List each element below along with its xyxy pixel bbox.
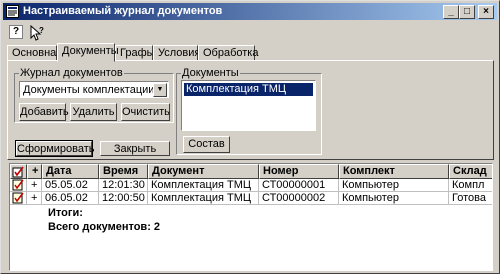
row-kit-cell: Компьютер bbox=[339, 192, 449, 205]
journal-group: Журнал документов Документы комплектации… bbox=[14, 67, 174, 123]
tab-columns[interactable]: Графы bbox=[115, 45, 155, 61]
journal-group-label: Журнал документов bbox=[19, 67, 124, 79]
column-header-document[interactable]: Документ bbox=[148, 164, 259, 179]
totals-label: Итоги: bbox=[48, 207, 83, 219]
documents-group-label: Документы bbox=[181, 67, 240, 79]
row-document-cell: Комплектация ТМЦ bbox=[148, 192, 259, 205]
close-icon[interactable]: × bbox=[478, 5, 494, 19]
close-button[interactable]: Закрыть bbox=[100, 141, 170, 156]
row-number-cell: СТ00000002 bbox=[259, 192, 339, 205]
journal-select-value: Документы комплектации bbox=[23, 84, 155, 96]
tab-conditions[interactable]: Условия bbox=[153, 45, 200, 61]
clear-button[interactable]: Очистить bbox=[121, 103, 170, 121]
title-bar[interactable]: Настраиваемый журнал документов _ □ × bbox=[3, 3, 497, 20]
column-header-mark[interactable] bbox=[10, 164, 27, 179]
help-icon[interactable]: ? bbox=[9, 25, 23, 39]
journal-select[interactable]: Документы комплектации ▼ bbox=[19, 81, 169, 98]
column-header-kit[interactable]: Комплект bbox=[339, 164, 449, 179]
row-date-cell: 05.05.02 bbox=[42, 179, 99, 192]
journal-icon bbox=[6, 5, 19, 18]
row-kit-cell: Компьютер bbox=[339, 179, 449, 192]
cursor-help-icon[interactable]: ? bbox=[29, 25, 45, 41]
row-number-cell: СТ00000001 bbox=[259, 179, 339, 192]
document-count: Всего документов: 2 bbox=[48, 221, 161, 233]
row-mark-cell[interactable] bbox=[10, 192, 27, 205]
tab-processing[interactable]: Обработка bbox=[198, 45, 258, 61]
column-header-store[interactable]: Склад bbox=[449, 164, 492, 179]
document-checked-icon bbox=[12, 192, 24, 204]
documents-group: Документы Комплектация ТМЦ Состав bbox=[176, 67, 322, 155]
main-window: Настраиваемый журнал документов _ □ × ? … bbox=[0, 0, 500, 274]
row-plus-cell: + bbox=[27, 179, 42, 192]
documents-list[interactable]: Комплектация ТМЦ bbox=[181, 80, 316, 131]
row-plus-cell: + bbox=[27, 192, 42, 205]
tab-documents[interactable]: Документы bbox=[57, 43, 119, 62]
column-header-number[interactable]: Номер bbox=[259, 164, 339, 179]
row-store-cell: Готова bbox=[449, 192, 492, 205]
tab-panel: Журнал документов Документы комплектации… bbox=[7, 60, 494, 160]
document-checked-icon bbox=[12, 179, 24, 191]
window-title: Настраиваемый журнал документов bbox=[23, 5, 223, 17]
chevron-down-icon[interactable]: ▼ bbox=[153, 83, 167, 97]
checkmark-icon bbox=[12, 166, 24, 178]
delete-button[interactable]: Удалить bbox=[70, 103, 117, 121]
row-time-cell: 12:00:50 bbox=[99, 192, 148, 205]
form-button[interactable]: Сформировать bbox=[15, 140, 95, 157]
tab-main[interactable]: Основная bbox=[7, 45, 62, 61]
maximize-icon[interactable]: □ bbox=[459, 5, 475, 19]
composition-button[interactable]: Состав bbox=[183, 136, 230, 153]
minimize-icon[interactable]: _ bbox=[443, 5, 459, 19]
journal-table[interactable]: + Дата Время Документ Номер Комплект Скл… bbox=[9, 163, 493, 271]
add-button[interactable]: Добавить bbox=[19, 103, 69, 121]
column-header-time[interactable]: Время bbox=[99, 164, 148, 179]
column-header-date[interactable]: Дата bbox=[42, 164, 99, 179]
documents-list-item[interactable]: Комплектация ТМЦ bbox=[184, 83, 313, 96]
row-document-cell: Комплектация ТМЦ bbox=[148, 179, 259, 192]
row-mark-cell[interactable] bbox=[10, 179, 27, 192]
row-time-cell: 12:01:30 bbox=[99, 179, 148, 192]
row-date-cell: 06.05.02 bbox=[42, 192, 99, 205]
svg-text:?: ? bbox=[39, 26, 44, 35]
column-header-plus[interactable]: + bbox=[27, 164, 42, 179]
row-store-cell: Компл bbox=[449, 179, 492, 192]
